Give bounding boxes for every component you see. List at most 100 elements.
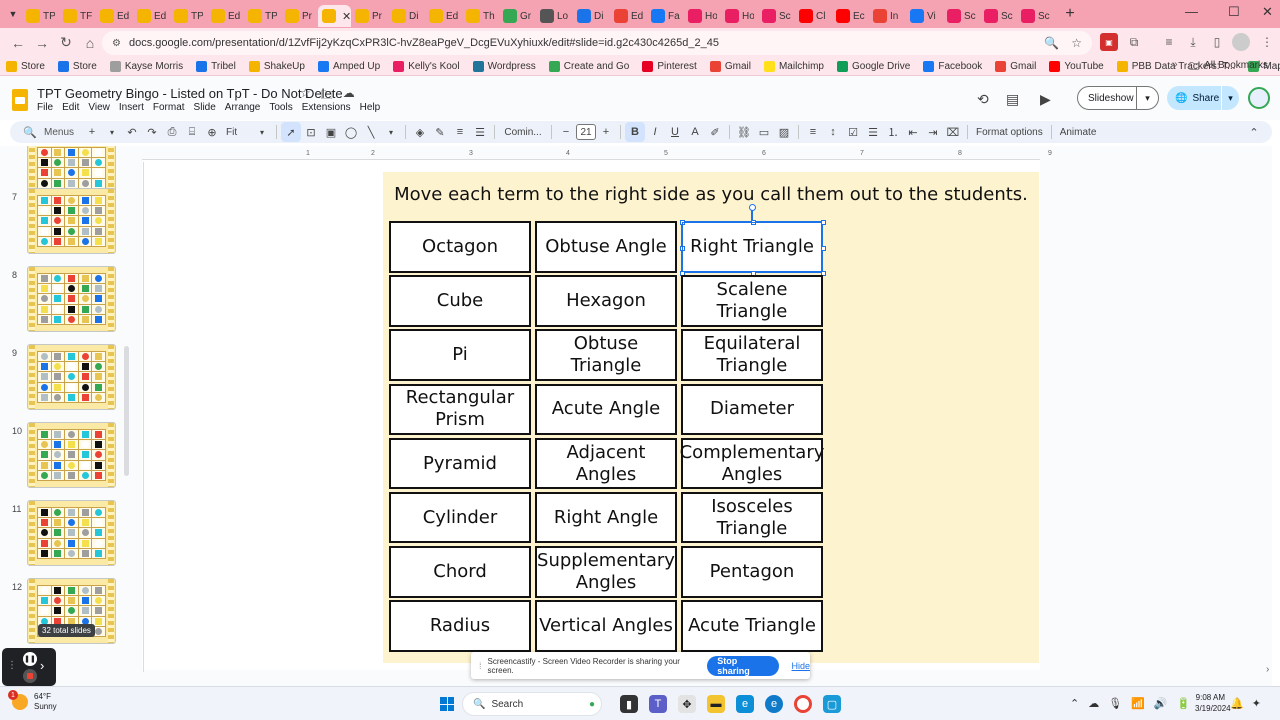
media-control-icon[interactable]: ≡ bbox=[1160, 33, 1178, 51]
drag-grip-icon[interactable]: ⁞ bbox=[479, 661, 482, 671]
meet-icon[interactable]: ▶ bbox=[1040, 91, 1051, 108]
copilot-icon[interactable]: ✦ bbox=[1252, 697, 1261, 710]
browser-tab[interactable]: In bbox=[869, 5, 906, 27]
bookmark-item[interactable]: Facebook bbox=[923, 60, 982, 72]
resize-handle[interactable] bbox=[680, 246, 685, 251]
new-slide-dropdown-icon[interactable]: ▾ bbox=[102, 122, 122, 142]
clear-formatting-icon[interactable]: ⌧ bbox=[943, 122, 963, 142]
edge-dev-icon[interactable]: e bbox=[736, 695, 754, 713]
all-bookmarks-button[interactable]: 🗀 All Bookmarks bbox=[1189, 60, 1268, 77]
print-icon[interactable]: ⎙ bbox=[162, 122, 182, 142]
browser-tab[interactable]: Ho bbox=[721, 5, 758, 27]
term-card[interactable]: Pentagon bbox=[681, 546, 823, 598]
browser-tab[interactable]: Lo bbox=[536, 5, 573, 27]
decrease-indent-icon[interactable]: ⇤ bbox=[903, 122, 923, 142]
pause-recording-icon[interactable]: ❚❚ bbox=[23, 652, 37, 666]
tray-overflow-icon[interactable]: ⌃ bbox=[1070, 697, 1079, 710]
slide-instruction-title[interactable]: Move each term to the right side as you … bbox=[383, 184, 1039, 205]
menu-edit[interactable]: Edit bbox=[62, 102, 79, 113]
underline-icon[interactable]: U bbox=[665, 122, 685, 142]
edge-icon[interactable]: e bbox=[765, 695, 783, 713]
term-card-selected[interactable]: Right Triangle bbox=[680, 204, 826, 276]
term-card[interactable]: Pi bbox=[389, 329, 531, 381]
bookmark-item[interactable]: YouTube bbox=[1049, 60, 1104, 72]
slide-thumbnail[interactable] bbox=[27, 500, 116, 566]
browser-tab[interactable]: Ed bbox=[96, 5, 133, 27]
url-text[interactable]: docs.google.com/presentation/d/1ZvfFij2y… bbox=[129, 37, 719, 49]
side-panel-icon[interactable]: ▯ bbox=[1208, 33, 1226, 51]
menu-help[interactable]: Help bbox=[360, 102, 381, 113]
decrease-font-size-icon[interactable]: − bbox=[556, 122, 576, 142]
border-dash-icon[interactable]: ☰ bbox=[470, 122, 490, 142]
filmstrip-scrollbar[interactable] bbox=[124, 346, 129, 476]
bookmark-item[interactable]: ShakeUp bbox=[248, 60, 305, 72]
shape-icon[interactable]: ◯ bbox=[341, 122, 361, 142]
stop-recording-icon[interactable] bbox=[23, 669, 37, 683]
taskbar-clock[interactable]: 9:08 AM 3/19/2024 bbox=[1195, 692, 1231, 714]
resize-handle[interactable] bbox=[821, 220, 826, 225]
bookmark-item[interactable]: Tribel bbox=[196, 60, 236, 72]
extensions-puzzle-icon[interactable]: ⧉ bbox=[1125, 33, 1143, 51]
link-icon[interactable]: ⛓ bbox=[734, 122, 754, 142]
term-card[interactable]: Cube bbox=[389, 275, 531, 327]
paint-format-icon[interactable]: ⌸ bbox=[182, 122, 202, 142]
term-card[interactable]: Obtuse Triangle bbox=[535, 329, 677, 381]
tab-search-chevron-icon[interactable]: ▼ bbox=[4, 5, 22, 23]
align-icon[interactable]: ≡ bbox=[803, 122, 823, 142]
term-card[interactable]: Obtuse Angle bbox=[535, 221, 677, 273]
bookmark-item[interactable]: Mailchimp bbox=[763, 60, 824, 72]
browser-tab[interactable]: Vi bbox=[906, 5, 943, 27]
term-card[interactable]: Radius bbox=[389, 600, 531, 652]
bookmark-item[interactable]: Kayse Morris bbox=[109, 60, 183, 72]
slide-thumbnail[interactable] bbox=[27, 422, 116, 488]
bookmark-item[interactable]: Pinterest bbox=[642, 60, 697, 72]
reload-icon[interactable]: ↻ bbox=[54, 31, 78, 55]
border-color-icon[interactable]: ✎ bbox=[430, 122, 450, 142]
collapse-toolbar-icon[interactable]: ⌃ bbox=[1244, 122, 1264, 142]
term-card[interactable]: Vertical Angles bbox=[535, 600, 677, 652]
term-card[interactable]: Chord bbox=[389, 546, 531, 598]
highlight-icon[interactable]: ✐ bbox=[705, 122, 725, 142]
bookmark-item[interactable]: Amped Up bbox=[317, 60, 380, 72]
comments-icon[interactable]: ▤ bbox=[1006, 91, 1019, 108]
line-spacing-icon[interactable]: ↕ bbox=[823, 122, 843, 142]
browser-tab[interactable]: Pr bbox=[351, 5, 388, 27]
drag-handle-icon[interactable]: ⋮ bbox=[7, 660, 17, 671]
bookmark-item[interactable]: Gmail bbox=[995, 60, 1036, 72]
windows-start-icon[interactable] bbox=[440, 697, 454, 711]
bookmark-item[interactable]: Kelly's Kool bbox=[393, 60, 460, 72]
term-card[interactable]: Scalene Triangle bbox=[681, 275, 823, 327]
forward-arrow-icon[interactable]: → bbox=[30, 31, 54, 55]
side-panel-toggle-icon[interactable]: › bbox=[1266, 664, 1269, 675]
text-box-icon[interactable]: ⊡ bbox=[301, 122, 321, 142]
vertical-ruler[interactable] bbox=[140, 162, 144, 672]
expand-widget-icon[interactable]: › bbox=[40, 658, 44, 673]
browser-tab[interactable]: TP bbox=[22, 5, 59, 27]
new-slide-icon[interactable]: + bbox=[82, 122, 102, 142]
bookmark-item[interactable]: Store bbox=[57, 60, 97, 72]
browser-tab[interactable]: Ec bbox=[832, 5, 869, 27]
bookmark-item[interactable]: Gmail bbox=[709, 60, 751, 72]
slide-thumbnail[interactable] bbox=[27, 188, 116, 254]
browser-tab[interactable]: Ho bbox=[684, 5, 721, 27]
font-size-input[interactable]: 21 bbox=[576, 124, 596, 140]
menu-extensions[interactable]: Extensions bbox=[302, 102, 351, 113]
downloads-icon[interactable]: ⤓ bbox=[1184, 33, 1202, 51]
share-dropdown-icon[interactable]: ▾ bbox=[1221, 86, 1239, 110]
extension-icon[interactable]: ▣ bbox=[1100, 33, 1118, 51]
checklist-icon[interactable]: ☑ bbox=[843, 122, 863, 142]
term-card[interactable]: Complementary Angles bbox=[680, 437, 824, 490]
microphone-icon[interactable]: 🎙 bbox=[1108, 697, 1122, 710]
document-title[interactable]: TPT Geometry Bingo - Listed on TpT - Do … bbox=[37, 86, 343, 101]
term-card[interactable]: Hexagon bbox=[535, 275, 677, 327]
browser-tab[interactable]: Ed bbox=[425, 5, 462, 27]
version-history-icon[interactable]: ⟲ bbox=[977, 91, 989, 108]
slideshow-button[interactable]: Slideshow ▾ bbox=[1077, 86, 1159, 110]
horizontal-ruler[interactable]: 1 2 3 4 5 6 7 8 9 bbox=[142, 150, 1052, 160]
animate-button[interactable]: Animate bbox=[1056, 122, 1101, 142]
insert-image-icon[interactable]: ▣ bbox=[321, 122, 341, 142]
term-card[interactable]: Octagon bbox=[389, 221, 531, 273]
bulleted-list-icon[interactable]: ☰ bbox=[863, 122, 883, 142]
profile-avatar-icon[interactable] bbox=[1232, 33, 1250, 51]
fill-color-icon[interactable]: ◈ bbox=[410, 122, 430, 142]
